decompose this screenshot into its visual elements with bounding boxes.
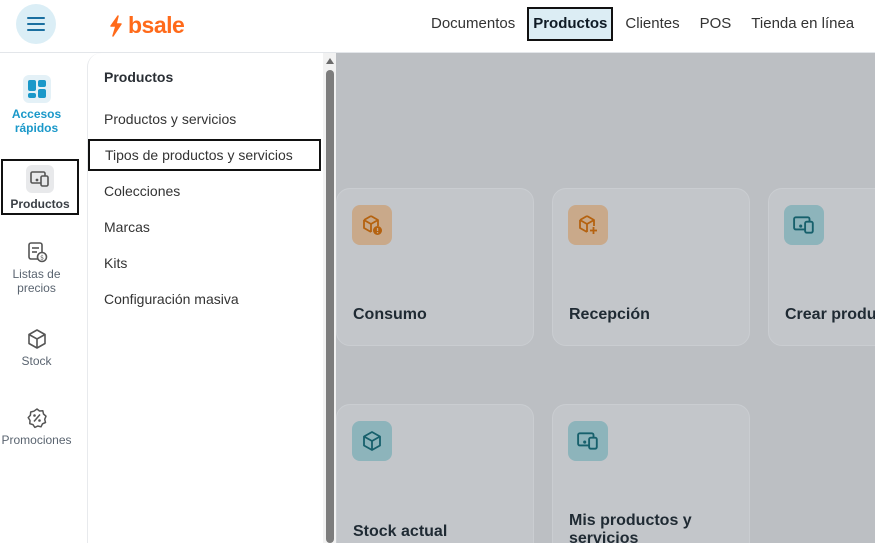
sidebar-item-stock[interactable]: Stock xyxy=(0,328,73,368)
dashboard-grid-icon xyxy=(22,75,51,103)
sidebar-item-productos[interactable]: Productos xyxy=(1,159,79,215)
price-list-icon: $ xyxy=(27,242,47,263)
devices-icon xyxy=(26,165,54,193)
top-nav: Documentos Productos Clientes POS Tienda… xyxy=(423,7,875,41)
top-bar: bsale Documentos Productos Clientes POS … xyxy=(0,0,875,53)
card-label: Consumo xyxy=(353,306,427,323)
discount-badge-icon xyxy=(26,408,47,429)
logo-text: bsale xyxy=(128,12,185,38)
menu-item-kits[interactable]: Kits xyxy=(104,255,127,271)
card-label: Crear produ xyxy=(785,306,875,323)
sidebar-item-label: Stock xyxy=(21,354,52,368)
svg-text:$: $ xyxy=(40,255,44,262)
cube-icon xyxy=(352,421,392,461)
panel-scrollbar[interactable] xyxy=(323,53,336,543)
bsale-logo[interactable]: bsale xyxy=(108,12,185,39)
nav-truncated[interactable]: R xyxy=(866,7,875,41)
productos-dropdown-panel: Productos Productos y servicios Tipos de… xyxy=(87,53,323,543)
menu-item-colecciones[interactable]: Colecciones xyxy=(104,183,180,199)
card-crear-producto[interactable]: Crear produ xyxy=(768,188,875,346)
sidebar: Accesos rápidos Productos $ Listas de pr… xyxy=(0,53,87,543)
nav-clientes[interactable]: Clientes xyxy=(617,7,687,41)
card-consumo[interactable]: Consumo xyxy=(336,188,534,346)
devices-icon xyxy=(784,205,824,245)
menu-item-productos-y-servicios[interactable]: Productos y servicios xyxy=(104,111,236,127)
menu-item-tipos-de-productos-y-servicios[interactable]: Tipos de productos y servicios xyxy=(88,139,321,171)
card-label: Stock actual xyxy=(353,523,448,540)
menu-item-configuracion-masiva[interactable]: Configuración masiva xyxy=(104,291,239,307)
scroll-up-icon[interactable] xyxy=(326,58,334,64)
box-plus-icon xyxy=(568,205,608,245)
main-content-overlay: Consumo Recepción Crear produ Stock actu… xyxy=(336,53,875,543)
sidebar-item-label: Accesos rápidos xyxy=(11,107,62,135)
dropdown-title: Productos xyxy=(104,69,174,85)
nav-pos[interactable]: POS xyxy=(692,7,740,41)
card-mis-productos-y-servicios[interactable]: Mis productos y servicios xyxy=(552,404,750,543)
sidebar-item-label: Productos xyxy=(10,197,70,211)
bsale-logo-icon xyxy=(110,14,122,37)
nav-productos[interactable]: Productos xyxy=(527,7,614,41)
nav-documentos[interactable]: Documentos xyxy=(423,7,523,41)
devices-icon xyxy=(568,421,608,461)
card-label: Recepción xyxy=(569,306,650,323)
hamburger-menu-icon[interactable] xyxy=(16,4,56,44)
menu-item-marcas[interactable]: Marcas xyxy=(104,219,150,235)
sidebar-item-promociones[interactable]: Promociones xyxy=(0,407,73,447)
sidebar-item-listas-de-precios[interactable]: $ Listas de precios xyxy=(0,241,73,295)
sidebar-item-label: Promociones xyxy=(1,433,72,447)
sidebar-item-accesos-rapidos[interactable]: Accesos rápidos xyxy=(0,75,73,135)
card-stock-actual[interactable]: Stock actual xyxy=(336,404,534,543)
box-alert-icon xyxy=(352,205,392,245)
scroll-thumb[interactable] xyxy=(326,70,334,543)
sidebar-item-label: Listas de precios xyxy=(12,267,61,295)
box-icon xyxy=(27,329,46,349)
card-recepcion[interactable]: Recepción xyxy=(552,188,750,346)
card-label: Mis productos y servicios xyxy=(569,512,692,543)
nav-tienda-en-linea[interactable]: Tienda en línea xyxy=(743,7,862,41)
